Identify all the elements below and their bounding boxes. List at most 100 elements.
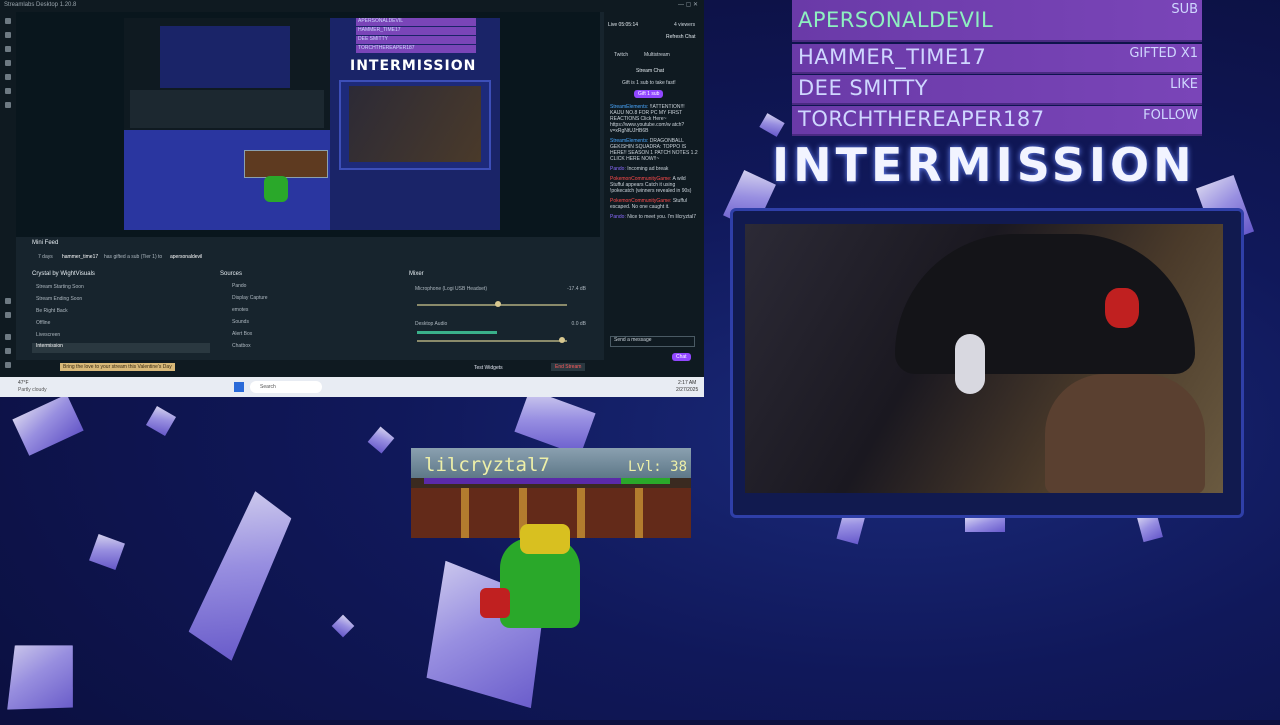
chat-message: PokemonCommunityGame: A wild Stufful app…: [610, 176, 692, 194]
chat-message: StreamElements: !!ATTENTION!!! KAIJU NO.…: [610, 104, 685, 134]
alert-name: TORCHTHEREAPER187: [798, 107, 1045, 131]
weather-desc: Partly cloudy: [18, 387, 47, 393]
source-item[interactable]: Alert Box: [232, 331, 252, 337]
mini-feed-title: Mini Feed: [32, 240, 59, 246]
test-widgets-button[interactable]: Test Widgets: [474, 365, 503, 371]
stream-chat-title: Stream Chat: [636, 68, 665, 74]
gift-sub-button[interactable]: Gift 1 sub: [634, 90, 664, 98]
preview-cam-frame: [339, 80, 491, 170]
window-controls[interactable]: — ▢ ✕: [678, 1, 698, 8]
source-item[interactable]: Chatbox: [232, 343, 251, 349]
alert-row: DEE SMITTY LIKE: [792, 75, 1202, 105]
start-icon[interactable]: [234, 382, 244, 392]
alert-row: HAMMER_TIME17 GIFTED X1: [792, 44, 1202, 74]
chat-messages: StreamElements: !!ATTENTION!!! KAIJU NO.…: [610, 104, 698, 220]
account-icon[interactable]: [5, 362, 11, 368]
mixer-slider-handle[interactable]: [495, 301, 501, 307]
scene-item[interactable]: Be Right Back: [36, 308, 68, 314]
alert-row: TORCHTHEREAPER187 FOLLOW: [792, 106, 1202, 136]
editor-icon[interactable]: [5, 18, 11, 24]
mixer-panel: Mixer Microphone (Logi USB Headset) -17.…: [406, 268, 594, 354]
scene-item[interactable]: Stream Starting Soon: [36, 284, 84, 290]
preview-intermission-title: INTERMISSION: [350, 58, 477, 74]
themes-icon[interactable]: [5, 60, 11, 66]
mixer-channel-name: Desktop Audio: [415, 321, 448, 327]
preview-alert: APERSONALDEVIL: [356, 18, 476, 26]
scenes-panel: Crystal by WightVisuals Stream Starting …: [28, 268, 214, 354]
alert-type: SUB: [1171, 2, 1198, 17]
source-item[interactable]: Sounds: [232, 319, 249, 325]
record-icon[interactable]: [5, 88, 11, 94]
nested-preview-screen: [160, 26, 290, 88]
mixer-slider[interactable]: [417, 304, 567, 306]
mixer-slider[interactable]: [417, 340, 567, 342]
promo-banner[interactable]: Bring the love to your stream this Valen…: [60, 363, 175, 371]
title-bar: Streamlabs Desktop 1.20.8 — ▢ ✕: [0, 0, 704, 12]
mixer-slider-handle[interactable]: [559, 337, 565, 343]
scene-collection-title[interactable]: Crystal by WightVisuals: [32, 271, 95, 277]
dragon-tail: [480, 588, 510, 618]
dragon-sprite: [480, 518, 590, 630]
alert-type: FOLLOW: [1143, 108, 1198, 123]
highlighter-icon[interactable]: [5, 102, 11, 108]
alert-name: HAMMER_TIME17: [798, 45, 987, 69]
alert-type: LIKE: [1170, 77, 1198, 92]
webcam-feed: [745, 224, 1223, 493]
tab-multistream[interactable]: Multistream: [644, 52, 670, 58]
settings-icon[interactable]: [5, 298, 11, 304]
end-stream-button[interactable]: End Stream: [551, 363, 586, 371]
chat-message: Pando: Incoming ad break: [610, 166, 669, 172]
weather-temp[interactable]: 47°F: [18, 380, 29, 386]
tab-twitch[interactable]: Twitch: [614, 52, 628, 58]
preview-dragon: [264, 176, 288, 202]
source-item[interactable]: Display Capture: [232, 295, 268, 301]
mini-feed-target: apersonaldevil: [170, 254, 203, 260]
preview-alert: TORCHTHEREAPER187: [356, 45, 476, 53]
mini-feed-age: 7 days: [38, 254, 53, 260]
audio-level-meter: [417, 331, 497, 334]
alert-name: APERSONALDEVIL: [798, 8, 994, 32]
pet-level: Lvl: 38: [628, 459, 688, 475]
store-icon[interactable]: [5, 32, 11, 38]
refresh-chat-button[interactable]: Refresh Chat: [666, 34, 695, 40]
chat-send-button[interactable]: Chat: [672, 353, 691, 361]
app-title: Streamlabs Desktop 1.20.8: [4, 2, 77, 8]
alert-type: GIFTED X1: [1129, 46, 1198, 61]
preview-cam: [349, 86, 481, 162]
live-timer: Live 05:05:14: [608, 22, 639, 28]
mixer-channel-name: Microphone (Logi USB Headset): [415, 286, 487, 292]
stream-preview[interactable]: APERSONALDEVIL HAMMER_TIME17 DEE SMITTY …: [124, 18, 500, 230]
sources-panel: Sources Pando Display Capture emotes Sou…: [218, 268, 404, 354]
preview-game-area: [124, 130, 330, 230]
mixer-channel-db: -17.4 dB: [567, 286, 586, 292]
apps-icon[interactable]: [5, 74, 11, 80]
profile-icon[interactable]: [5, 312, 11, 318]
mini-feed: Mini Feed 7 days hammer_time17 has gifte…: [28, 236, 598, 266]
source-item[interactable]: Pando: [232, 283, 246, 289]
preview-game-widget: [244, 150, 328, 178]
chat-message: PokemonCommunityGame: Stufful escaped. N…: [610, 198, 687, 210]
viewer-count: 4 viewers: [674, 22, 696, 28]
scene-item-selected[interactable]: Intermission: [32, 343, 210, 353]
discord-icon[interactable]: [5, 348, 11, 354]
chat-message: Pando: Nice to meet you. I'm lilcryztal7: [610, 214, 697, 220]
layout-icon[interactable]: [5, 46, 11, 52]
nested-preview: [124, 18, 330, 130]
chat-message: StreamElements: DRAGONBALL GEKISHIN SQUA…: [610, 138, 698, 162]
taskbar-search[interactable]: Search: [250, 381, 322, 393]
mini-feed-event: has gifted a sub (Tier 1) to: [104, 254, 163, 260]
source-item[interactable]: emotes: [232, 307, 248, 313]
scene-item[interactable]: Livescreen: [36, 332, 60, 338]
dragon-horns: [520, 524, 570, 554]
xp-fill: [621, 478, 670, 484]
scene-item[interactable]: Stream Ending Soon: [36, 296, 82, 302]
scene-item[interactable]: Offline: [36, 320, 50, 326]
intermission-title: INTERMISSION: [772, 138, 1196, 192]
sources-title: Sources: [220, 271, 243, 277]
pet-name: lilcryztal7: [424, 454, 550, 476]
chat-input[interactable]: Send a message: [610, 336, 695, 347]
footer-bar: Bring the love to your stream this Valen…: [16, 360, 604, 377]
alert-name: DEE SMITTY: [798, 76, 929, 100]
sidebar: [0, 12, 16, 377]
help-icon[interactable]: [5, 334, 11, 340]
